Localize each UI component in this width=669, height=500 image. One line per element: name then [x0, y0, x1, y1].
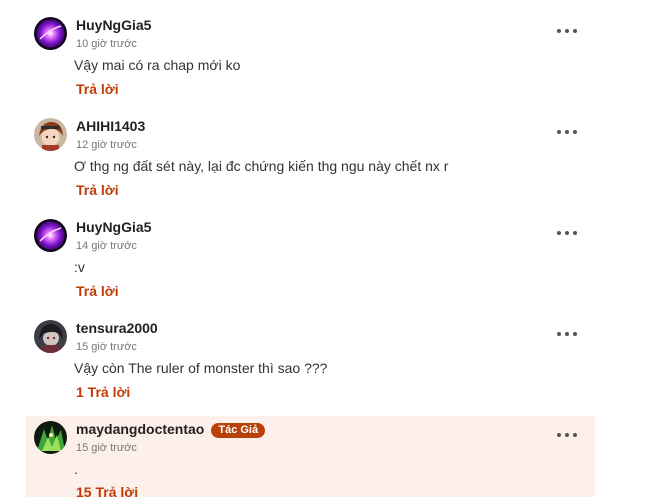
- author-badge: Tác Giả: [211, 423, 266, 438]
- comment-username[interactable]: tensura2000: [76, 320, 158, 336]
- reply-button[interactable]: Trả lời: [76, 81, 119, 97]
- comment-time: 12 giờ trước: [76, 139, 137, 151]
- avatar[interactable]: [34, 118, 67, 151]
- reply-button[interactable]: 15 Trả lời: [76, 484, 138, 500]
- reply-button[interactable]: Trả lời: [76, 182, 119, 198]
- comment-time: 14 giờ trước: [76, 240, 137, 252]
- reply-button[interactable]: 1 Trả lời: [76, 384, 130, 400]
- comment-item: tensura2000 15 giờ trước Vậy còn The rul…: [26, 315, 595, 411]
- more-options-icon[interactable]: [557, 429, 577, 441]
- comment-time: 10 giờ trước: [76, 38, 137, 50]
- purple-orb-avatar-icon: [34, 219, 67, 252]
- dark-character-avatar-icon: [34, 320, 67, 353]
- comment-username[interactable]: maydangdoctentao Tác Giả: [76, 421, 266, 438]
- comment-item: AHIHI1403 12 giờ trước Ơ thg ng đất sét …: [26, 113, 595, 209]
- anime-character-avatar-icon: [34, 118, 67, 151]
- comment-content: Vậy còn The ruler of monster thì sao ???: [74, 360, 328, 376]
- more-options-icon[interactable]: [557, 126, 577, 138]
- comment-time: 15 giờ trước: [76, 341, 137, 353]
- comment-content: .: [74, 461, 78, 477]
- comment-username-text[interactable]: maydangdoctentao: [76, 421, 204, 437]
- reply-button[interactable]: Trả lời: [76, 283, 119, 299]
- comment-item: HuyNgGia5 14 giờ trước :v Trả lời: [26, 214, 595, 310]
- more-options-icon[interactable]: [557, 227, 577, 239]
- green-creature-avatar-icon: [34, 421, 67, 454]
- more-options-icon[interactable]: [557, 25, 577, 37]
- comment-username[interactable]: AHIHI1403: [76, 118, 145, 134]
- avatar[interactable]: [34, 219, 67, 252]
- comment-item: HuyNgGia5 10 giờ trước Vậy mai có ra cha…: [26, 12, 595, 108]
- avatar[interactable]: [34, 17, 67, 50]
- avatar[interactable]: [34, 421, 67, 454]
- comment-content: :v: [74, 259, 85, 275]
- purple-orb-avatar-icon: [34, 17, 67, 50]
- comment-username[interactable]: HuyNgGia5: [76, 219, 151, 235]
- comment-content: Ơ thg ng đất sét này, lại đc chứng kiến …: [74, 158, 449, 174]
- comment-username[interactable]: HuyNgGia5: [76, 17, 151, 33]
- comment-time: 15 giờ trước: [76, 442, 137, 454]
- comment-content: Vậy mai có ra chap mới ko: [74, 57, 241, 73]
- avatar[interactable]: [34, 320, 67, 353]
- comment-item-author: maydangdoctentao Tác Giả 15 giờ trước . 1…: [26, 416, 595, 500]
- more-options-icon[interactable]: [557, 328, 577, 340]
